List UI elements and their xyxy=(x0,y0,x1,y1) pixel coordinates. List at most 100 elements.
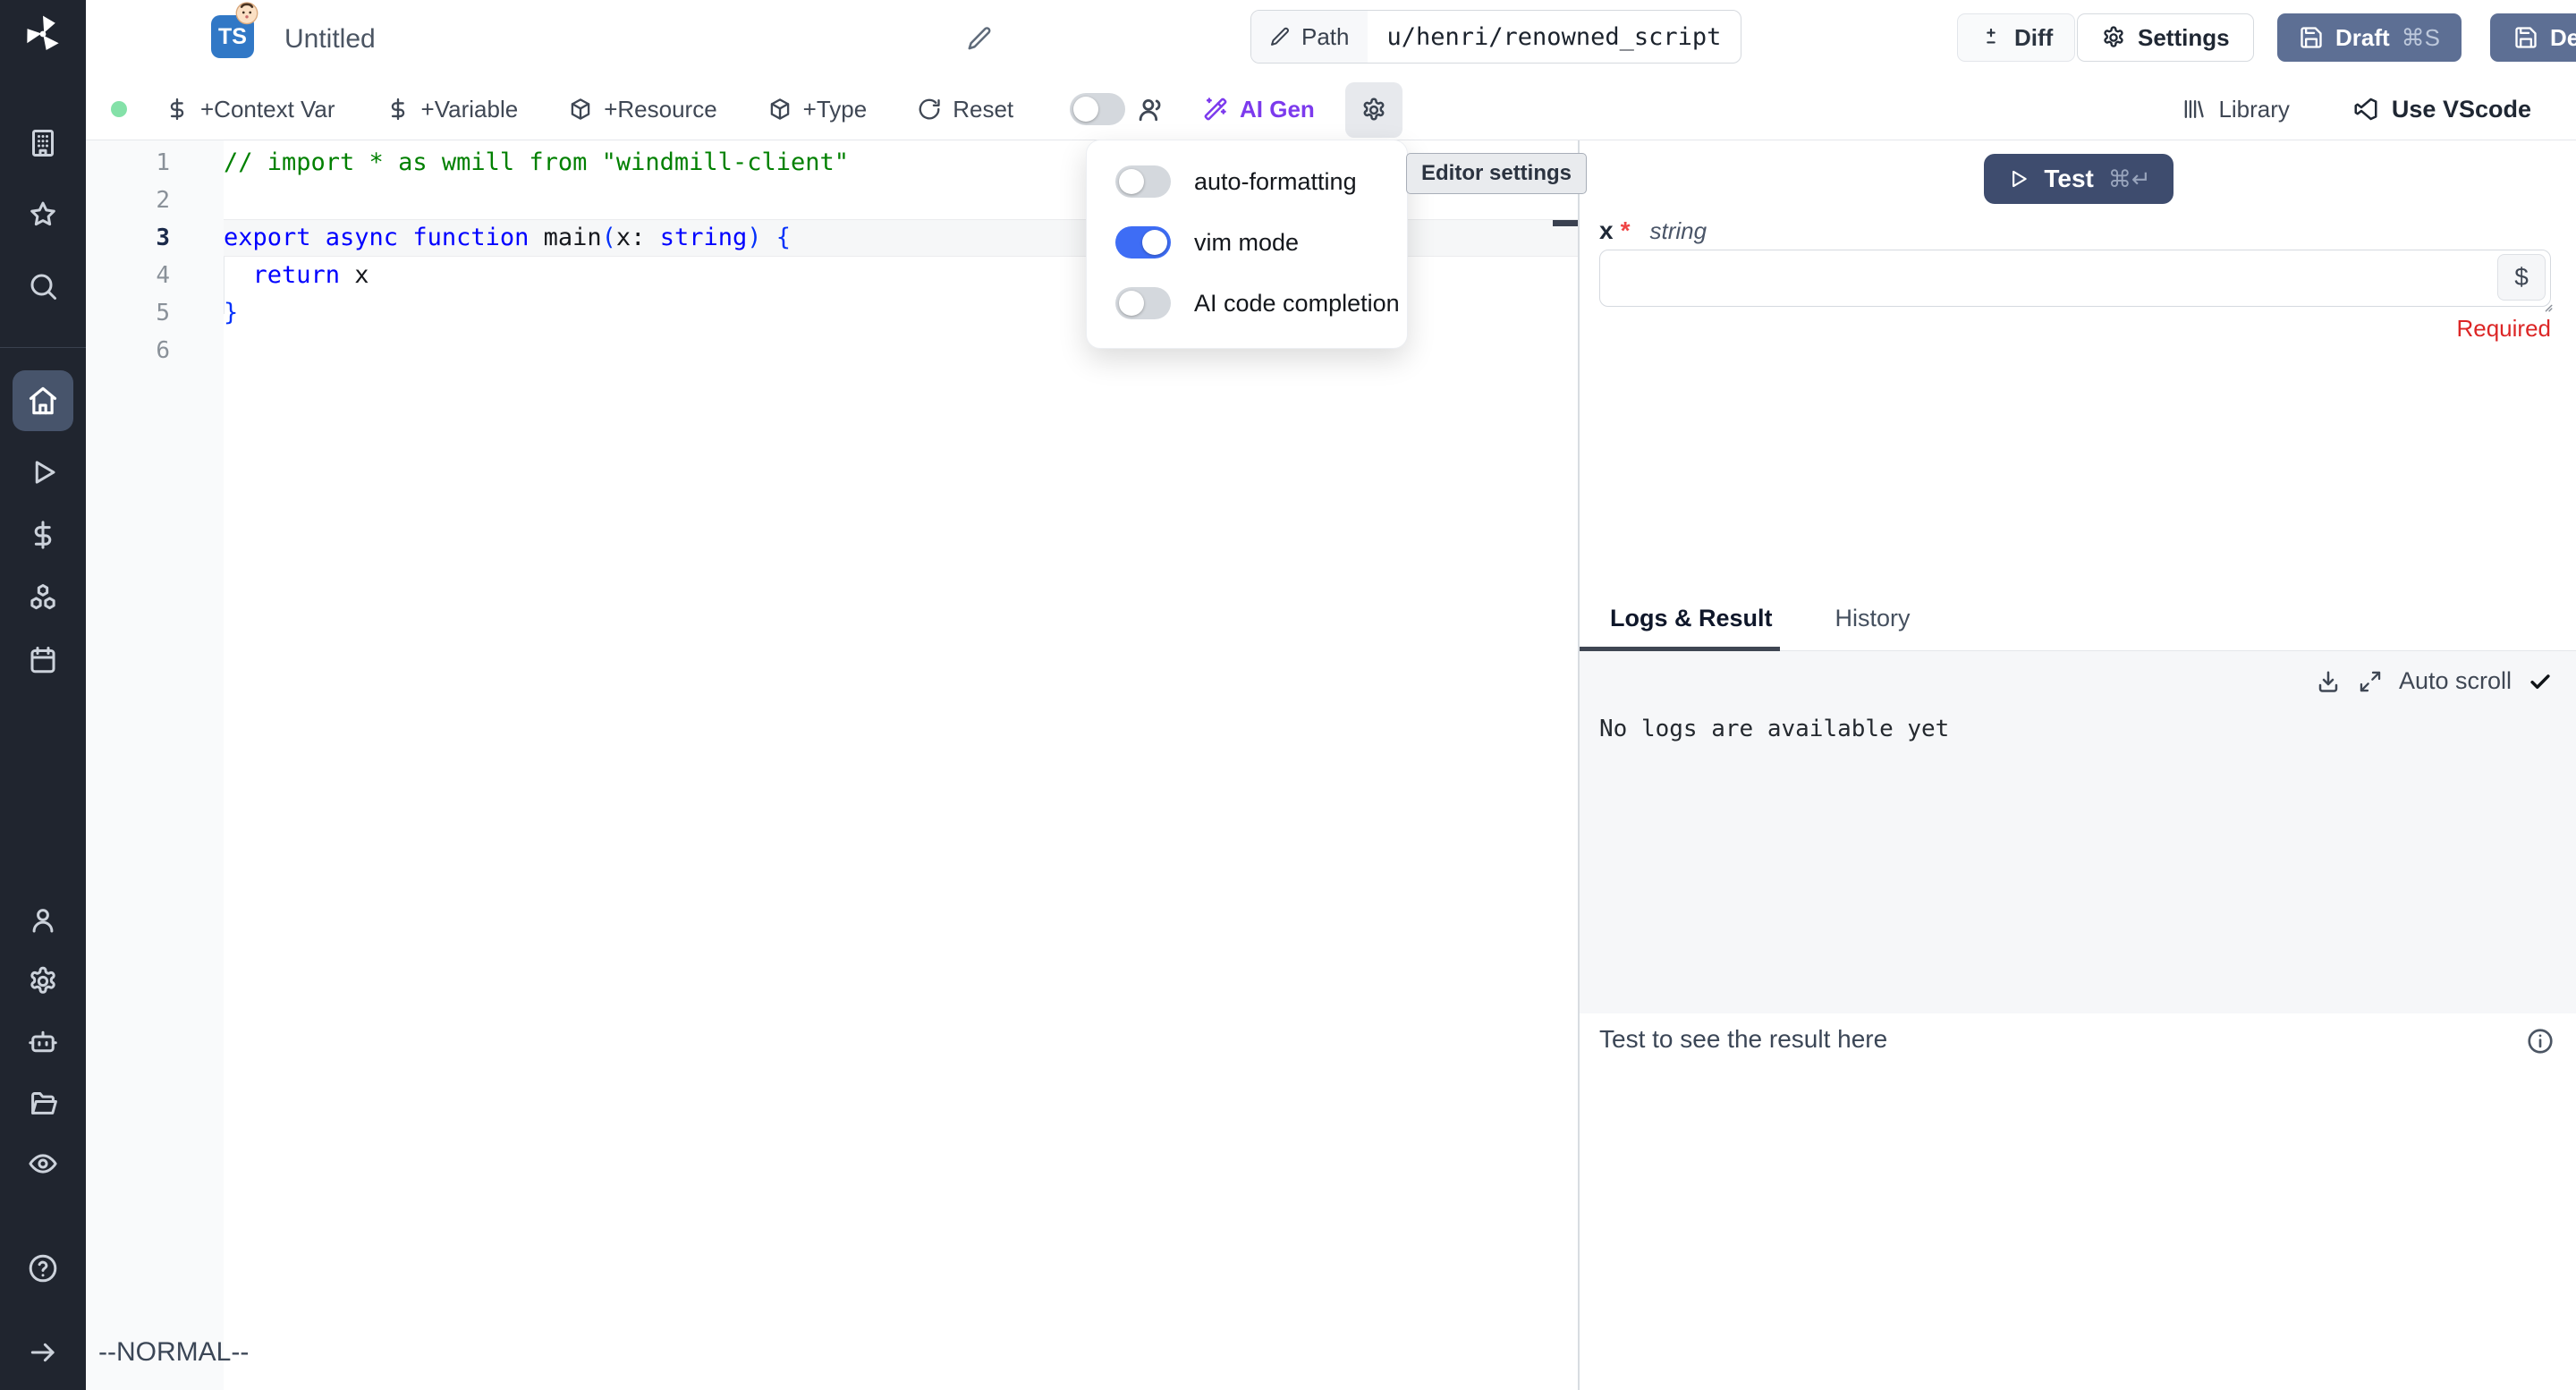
menu-option-auto-formatting: auto-formatting xyxy=(1087,151,1407,212)
sidebar-item-folders[interactable] xyxy=(21,1081,64,1124)
indent-guide xyxy=(224,257,225,314)
edit-title-pencil-icon[interactable] xyxy=(966,25,993,52)
editor-toolbar: +Context Var +Variable +Resource +Type Reset… xyxy=(86,79,2576,140)
sidebar-item-favorites[interactable] xyxy=(21,193,64,236)
package-icon xyxy=(568,97,593,122)
save-icon xyxy=(2513,25,2538,50)
use-vscode-button[interactable]: Use VScode xyxy=(2352,96,2531,123)
ai-gen-button[interactable]: AI Gen xyxy=(1202,79,1315,140)
settings-button[interactable]: Settings xyxy=(2077,13,2254,62)
gear-icon xyxy=(2101,25,2126,50)
code-line[interactable] xyxy=(224,182,849,219)
sidebar-divider xyxy=(0,347,86,348)
sidebar-item-settings[interactable] xyxy=(21,960,64,1003)
sidebar-item-workspace[interactable] xyxy=(21,122,64,165)
windmill-script-editor: TS Untitled Path u/henri/renowned_script… xyxy=(0,0,2576,1390)
user-icon xyxy=(27,904,59,937)
path-pill[interactable]: Path u/henri/renowned_script xyxy=(1250,10,1741,64)
deploy-button-label: Deploy xyxy=(2550,24,2576,52)
toolbar-button-label: +Resource xyxy=(604,96,716,123)
use-vscode-label: Use VScode xyxy=(2392,96,2531,123)
collab-toggle[interactable] xyxy=(1070,93,1125,125)
check-icon[interactable] xyxy=(2528,669,2553,694)
menu-option-AI-code-completion: AI code completion xyxy=(1087,273,1407,334)
search-icon xyxy=(27,270,59,302)
path-value[interactable]: u/henri/renowned_script xyxy=(1368,11,1741,63)
users-icon[interactable] xyxy=(1136,95,1166,125)
status-dot xyxy=(111,101,127,117)
toolbar-buttons: +Context Var +Variable +Resource +Type Reset xyxy=(165,79,1013,140)
toolbar-button-resource[interactable]: +Resource xyxy=(568,96,716,123)
result-panel xyxy=(1580,1013,2576,1390)
sidebar-item-users[interactable] xyxy=(21,899,64,942)
auto-scroll-label[interactable]: Auto scroll xyxy=(2399,667,2512,695)
settings-button-label: Settings xyxy=(2138,24,2230,52)
sidebar-item-home[interactable] xyxy=(13,370,73,431)
code-line[interactable]: // import * as wmill from "windmill-clie… xyxy=(224,144,849,182)
info-icon[interactable] xyxy=(2526,1027,2555,1055)
result-placeholder: Test to see the result here xyxy=(1599,1025,1887,1054)
deploy-button[interactable]: Deploy xyxy=(2490,13,2576,62)
line-number: 6 xyxy=(86,332,224,369)
x-input[interactable] xyxy=(1599,250,2551,307)
arrow-right-icon xyxy=(27,1336,59,1369)
code-line[interactable]: export async function main(x: string) { xyxy=(224,219,849,257)
maximize-icon[interactable] xyxy=(2358,669,2383,694)
draft-button-label: Draft xyxy=(2335,24,2390,52)
vim-mode-toggle[interactable] xyxy=(1115,226,1171,259)
field-type: string xyxy=(1649,217,1707,245)
line-numbers: 123456 xyxy=(86,144,224,369)
logs-panel xyxy=(1580,651,2576,1013)
line-number: 4 xyxy=(86,257,224,294)
sidebar-item-runs[interactable] xyxy=(21,451,64,494)
editor-settings-button[interactable] xyxy=(1345,82,1402,138)
vim-status-bar: --NORMAL-- xyxy=(98,1337,249,1368)
sidebar-item-help[interactable] xyxy=(21,1247,64,1290)
toolbar-button-contextvar[interactable]: +Context Var xyxy=(165,96,335,123)
sidebar-item-search[interactable] xyxy=(21,265,64,308)
sidebar-item-audit-logs[interactable] xyxy=(21,1142,64,1185)
library-button[interactable]: Library xyxy=(2181,96,2289,123)
AI-code-completion-toggle[interactable] xyxy=(1115,287,1171,319)
menu-option-label: vim mode xyxy=(1194,229,1299,257)
toolbar-button-reset[interactable]: Reset xyxy=(917,96,1013,123)
tab-logs-result[interactable]: Logs & Result xyxy=(1610,605,1773,648)
sidebar-item-resources[interactable] xyxy=(21,576,64,619)
toolbar-button-type[interactable]: +Type xyxy=(767,96,868,123)
script-title: Untitled xyxy=(284,24,376,55)
line-number: 1 xyxy=(86,144,224,182)
code-line[interactable]: return x xyxy=(224,257,849,294)
help-icon xyxy=(27,1252,59,1284)
line-number: 2 xyxy=(86,182,224,219)
play-icon xyxy=(27,456,59,488)
resize-handle-icon[interactable] xyxy=(2535,294,2555,314)
toolbar-button-variable[interactable]: +Variable xyxy=(386,96,519,123)
header: TS Untitled Path u/henri/renowned_script… xyxy=(86,0,2576,79)
sidebar-main-group xyxy=(0,370,86,682)
toolbar-button-label: +Context Var xyxy=(200,96,335,123)
tab-history[interactable]: History xyxy=(1835,605,1911,648)
save-icon xyxy=(2299,25,2324,50)
code-line[interactable]: } xyxy=(224,294,849,332)
sidebar-item-workers[interactable] xyxy=(21,1021,64,1064)
test-button[interactable]: Test ⌘↵ xyxy=(1984,154,2174,204)
diff-button[interactable]: Diff xyxy=(1957,13,2075,62)
code-lines[interactable]: // import * as wmill from "windmill-clie… xyxy=(224,144,849,369)
draft-shortcut: ⌘S xyxy=(2402,24,2440,52)
sidebar xyxy=(0,0,86,1390)
line-number: 3 xyxy=(86,219,224,257)
path-label-segment[interactable]: Path xyxy=(1251,11,1368,63)
download-logs-icon[interactable] xyxy=(2315,668,2342,695)
editor-settings-tooltip: Editor settings xyxy=(1406,153,1587,194)
auto-formatting-toggle[interactable] xyxy=(1115,165,1171,198)
sidebar-item-schedules[interactable] xyxy=(21,639,64,682)
save-draft-button[interactable]: Draft ⌘S xyxy=(2277,13,2462,62)
code-line[interactable] xyxy=(224,332,849,369)
folder-icon xyxy=(27,1087,59,1119)
panel-divider[interactable] xyxy=(1578,140,1580,1390)
menu-option-vim-mode: vim mode xyxy=(1087,212,1407,273)
sidebar-item-collapse[interactable] xyxy=(21,1331,64,1374)
windmill-logo-icon[interactable] xyxy=(21,13,64,55)
sidebar-item-variables[interactable] xyxy=(21,513,64,556)
test-button-label: Test xyxy=(2044,165,2094,193)
